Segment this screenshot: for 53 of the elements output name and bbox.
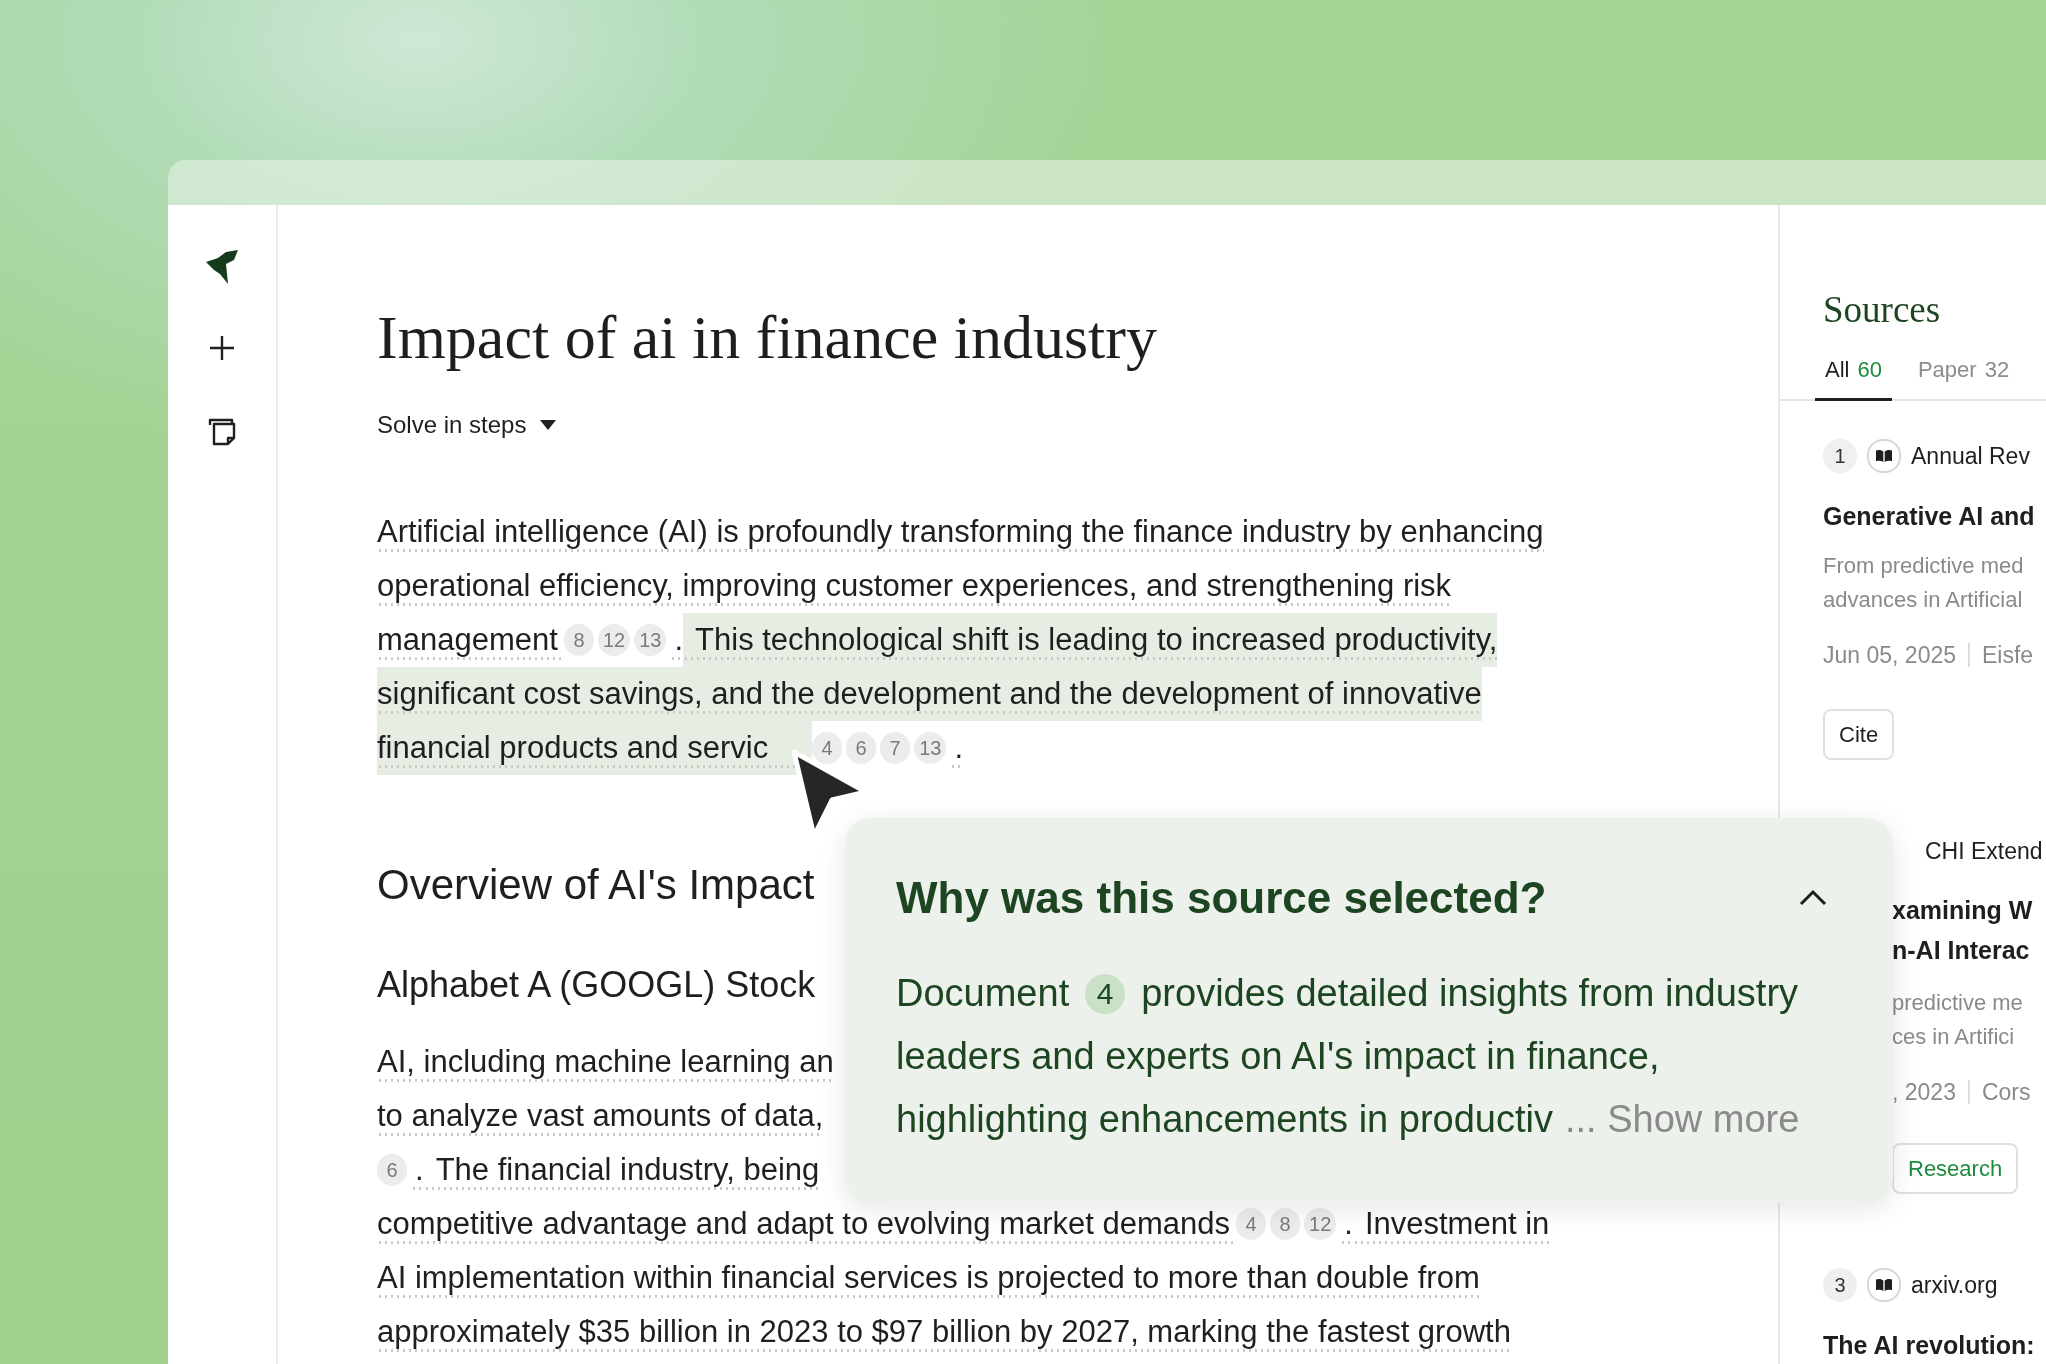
explanation-text: provides detailed insights from industry [1141,972,1799,1015]
filter-tab[interactable]: All 60 [1815,352,1892,401]
explanation-text: highlighting enhancements in productiv [896,1098,1553,1141]
source-date: , 2023 [1892,1078,1956,1106]
explanation-text: leaders and experts on AI's impact in finance, [896,1035,1660,1078]
source-author: Cors [1981,1078,2031,1106]
source-title[interactable]: The AI revolution: [1823,1328,2046,1362]
source-title[interactable]: xamining W [1892,890,2046,930]
show-more-link[interactable]: ... Show more [1565,1098,1800,1141]
citation-chip[interactable]: 6 [377,1154,407,1186]
mode-dropdown[interactable]: Solve in steps [377,410,557,440]
document-chip[interactable]: 4 [1085,973,1126,1014]
plus-icon [208,334,236,362]
panel-title: Sources [1822,290,1941,330]
source-snippet: ces in Artifici [1892,1023,2016,1051]
document-title: Impact of ai in finance industry [377,302,1157,373]
pages-icon [206,416,238,448]
citation-chip[interactable]: 4 [1236,1208,1267,1240]
source-venue: arxiv.org [1911,1271,1998,1299]
source-venue: Annual Rev [1911,442,2030,470]
book-icon [1875,449,1893,463]
subsection-heading: Alphabet A (GOOGL) Stock [377,963,816,1007]
source-snippet: advances in Artificial [1823,586,2024,614]
body-text: This technological shift is leading to increased productivity, [683,613,1498,667]
source-author: Eisfe [1982,641,2034,669]
source-title[interactable]: Generative AI and [1823,499,2046,533]
citation-chip[interactable]: 13 [634,624,667,656]
filter-tab[interactable]: Paper 32 [1907,352,2020,401]
citation-chip[interactable]: 13 [914,732,947,764]
source-tag[interactable]: Research [1892,1143,2019,1194]
citation-chip[interactable]: 7 [880,732,911,764]
body-text: financial products and servic [377,721,813,775]
citation-chip[interactable]: 4 [812,732,843,764]
section-heading: Overview of AI's Impact [377,860,815,910]
source-date: Jun 05, 2025 [1823,641,1956,669]
source-snippet: predictive me [1892,989,2024,1017]
citation-chip[interactable]: 6 [846,732,877,764]
cite-button[interactable]: Cite [1823,709,1895,760]
caret-icon [540,420,557,430]
explanation-text: Document [896,972,1070,1015]
source-snippet: From predictive med [1823,552,2025,580]
body-text: significant cost savings, and the development and the development of innovative [377,667,1482,721]
logo-icon [204,250,240,284]
citation-chip[interactable]: 8 [1270,1208,1301,1240]
popup-title: Why was this source selected? [896,873,1547,923]
citation-chip[interactable]: 8 [563,624,594,656]
citation-chip[interactable]: 12 [1304,1208,1337,1240]
citation-chip[interactable]: 12 [597,624,631,656]
source-venue: CHI Extend [1925,837,2043,865]
source-number: 1 [1823,439,1857,473]
source-number: 3 [1823,1268,1857,1302]
book-icon [1875,1278,1893,1292]
source-title[interactable]: n-AI Interac [1892,930,2046,970]
